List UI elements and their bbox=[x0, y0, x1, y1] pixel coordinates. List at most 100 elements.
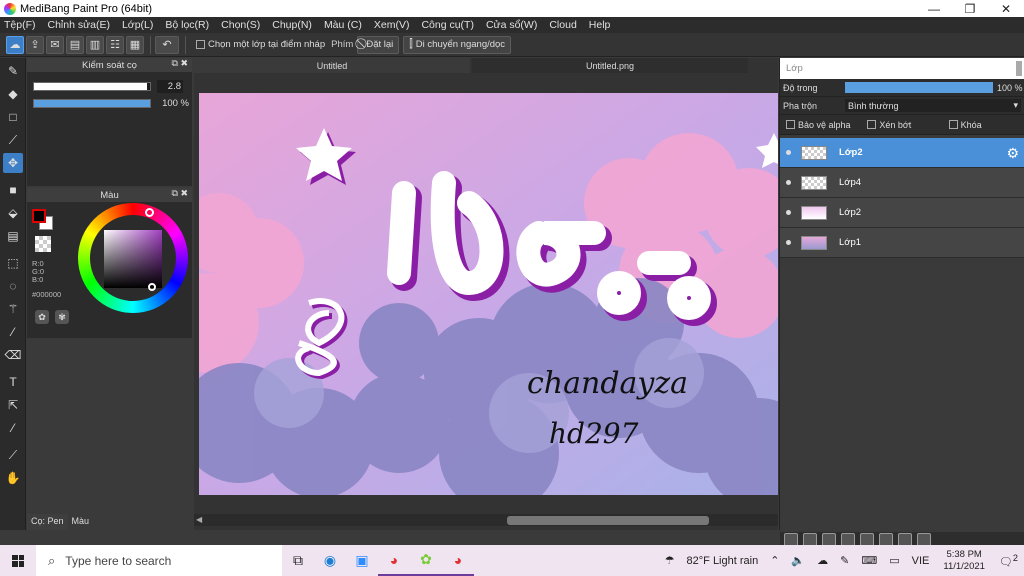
brush-size-slider[interactable] bbox=[33, 82, 151, 91]
saturation-value-square[interactable] bbox=[104, 230, 162, 288]
document-icon[interactable]: ▥ bbox=[86, 35, 104, 54]
magic-wand-tool-icon[interactable]: ⚚ bbox=[3, 299, 23, 319]
dropper-tool-icon[interactable]: ⟋ bbox=[3, 445, 23, 465]
select-eraser-tool-icon[interactable]: ⌫ bbox=[3, 345, 23, 365]
color-wheel[interactable] bbox=[78, 203, 188, 313]
windows-start-icon[interactable] bbox=[12, 554, 24, 567]
brush-size-value[interactable]: 2.8 bbox=[157, 80, 183, 93]
menu-snap[interactable]: Chụp(N) bbox=[272, 19, 312, 31]
notification-icon[interactable]: 🗨2 bbox=[999, 553, 1018, 569]
layer-item[interactable]: Lớp4 bbox=[780, 168, 1024, 198]
protect-alpha-checkbox[interactable]: Bảo vệ alpha bbox=[786, 120, 861, 130]
palette-edit-icon[interactable]: ✾ bbox=[55, 310, 69, 324]
maximize-button[interactable]: ❐ bbox=[952, 2, 988, 16]
visibility-eye-icon[interactable] bbox=[786, 150, 791, 155]
move-tool-icon[interactable]: ✥ bbox=[3, 153, 23, 173]
message-icon[interactable]: ▤ bbox=[66, 35, 84, 54]
drawing-canvas[interactable]: chandayza hd297 bbox=[199, 93, 778, 495]
volume-icon[interactable]: 🔈 bbox=[791, 554, 805, 567]
menu-select[interactable]: Chọn(S) bbox=[221, 19, 260, 31]
menu-tools[interactable]: Công cụ(T) bbox=[421, 19, 474, 31]
close-button[interactable]: ✕ bbox=[988, 2, 1024, 16]
fill-rect-tool-icon[interactable]: ■ bbox=[3, 180, 23, 200]
keyboard-icon[interactable]: ⌨ bbox=[861, 554, 877, 567]
saturation-knob[interactable] bbox=[148, 283, 156, 291]
hand-tool-icon[interactable]: ✋ bbox=[3, 468, 23, 488]
comment-icon[interactable]: ✉ bbox=[46, 35, 64, 54]
tab-brush[interactable]: Cọ: Pen bbox=[27, 514, 68, 530]
menu-cloud[interactable]: Cloud bbox=[549, 19, 576, 31]
select-pen-tool-icon[interactable]: ⁄ bbox=[3, 322, 23, 342]
select-layer-at-point-checkbox[interactable]: Chọn một lớp tại điểm nháp bbox=[196, 39, 325, 50]
clock[interactable]: 5:38 PM 11/1/2021 bbox=[943, 549, 985, 573]
chevron-up-icon[interactable]: ⌃ bbox=[770, 554, 779, 567]
foreground-color-swatch[interactable] bbox=[32, 209, 46, 223]
grid-icon[interactable]: ▦ bbox=[126, 35, 144, 54]
operation-tool-icon[interactable]: ⇱ bbox=[3, 395, 23, 415]
weather-text[interactable]: 82°F Light rain bbox=[687, 555, 759, 567]
gradient-tool-icon[interactable]: ▤ bbox=[3, 226, 23, 246]
share-icon[interactable]: ⇪ bbox=[26, 35, 44, 54]
visibility-eye-icon[interactable] bbox=[786, 180, 791, 185]
menu-color[interactable]: Màu (C) bbox=[324, 19, 362, 31]
language-indicator[interactable]: VIE bbox=[912, 555, 930, 567]
hue-knob[interactable] bbox=[145, 208, 154, 217]
layer-panel-scrollbar[interactable] bbox=[1016, 61, 1022, 76]
menu-window[interactable]: Cửa sổ(W) bbox=[486, 19, 537, 31]
scroll-thumb[interactable] bbox=[507, 516, 709, 525]
menu-file[interactable]: Tệp(F) bbox=[4, 19, 36, 31]
taskbar-search-box[interactable]: ⌕ Type here to search bbox=[36, 545, 282, 576]
medibang-taskbar-icon[interactable]: ✿ bbox=[410, 545, 442, 576]
eyedropper-tool-icon[interactable]: ⁄ bbox=[3, 418, 23, 438]
eraser-tool-icon[interactable]: ◆ bbox=[3, 84, 23, 104]
tab-untitled[interactable]: Untitled bbox=[194, 58, 470, 73]
gear-icon[interactable]: ⚙ bbox=[1006, 145, 1019, 162]
edge-browser-icon[interactable]: ◉ bbox=[314, 545, 346, 576]
undo-icon[interactable]: ↶ bbox=[155, 35, 179, 54]
select-rect-tool-icon[interactable]: ⬚ bbox=[3, 253, 23, 273]
weather-icon[interactable]: ☂ bbox=[665, 554, 675, 567]
menu-layer[interactable]: Lớp(L) bbox=[122, 19, 153, 31]
zoom-app-icon[interactable]: ▣ bbox=[346, 545, 378, 576]
palette-icon[interactable]: ✿ bbox=[35, 310, 49, 324]
panel-popout-close-icons[interactable]: ⧉ ✖ bbox=[172, 58, 188, 69]
layer-item[interactable]: Lớp2 ⚙ bbox=[780, 138, 1024, 168]
text-tool-icon[interactable]: T bbox=[3, 372, 23, 392]
cloud-icon[interactable]: ☁ bbox=[6, 35, 24, 54]
brush-opacity-slider[interactable] bbox=[33, 99, 151, 108]
tab-untitled-png[interactable]: Untitled.png bbox=[472, 58, 748, 73]
blend-mode-select[interactable]: Bình thường ▾ bbox=[845, 99, 1021, 112]
clip-checkbox[interactable]: Xén bớt bbox=[867, 120, 942, 130]
display-icon[interactable]: ▭ bbox=[889, 554, 899, 567]
menu-filter[interactable]: Bộ lọc(R) bbox=[165, 19, 209, 31]
menu-view[interactable]: Xem(V) bbox=[374, 19, 410, 31]
chrome-app-icon[interactable]: ◕ bbox=[378, 545, 410, 576]
minimize-button[interactable]: — bbox=[916, 2, 952, 16]
list-icon[interactable]: ☷ bbox=[106, 35, 124, 54]
move-horizontal-vertical-button[interactable]: ⫿ Di chuyển ngang/dọc bbox=[403, 35, 512, 54]
menu-edit[interactable]: Chỉnh sửa(E) bbox=[48, 19, 110, 31]
layer-item[interactable]: Lớp2 bbox=[780, 198, 1024, 228]
visibility-eye-icon[interactable] bbox=[786, 210, 791, 215]
cloud-tray-icon[interactable]: ☁ bbox=[817, 554, 828, 567]
chrome-app-icon-2[interactable]: ◕ bbox=[442, 545, 474, 576]
horizontal-scrollbar[interactable]: ◀ bbox=[194, 514, 778, 526]
layer-opacity-slider[interactable] bbox=[845, 82, 993, 93]
brush-tool-icon[interactable]: ✎ bbox=[3, 61, 23, 81]
layer-name: Lớp1 bbox=[839, 237, 862, 248]
scroll-left-icon[interactable]: ◀ bbox=[196, 515, 202, 524]
transparent-color-swatch[interactable] bbox=[35, 236, 51, 252]
menu-help[interactable]: Help bbox=[589, 19, 611, 31]
task-view-icon[interactable]: ⧉ bbox=[282, 545, 314, 576]
lasso-tool-icon[interactable]: ◌ bbox=[3, 276, 23, 296]
dot-tool-icon[interactable]: ⟋ bbox=[3, 130, 23, 150]
pen-icon[interactable]: ✎ bbox=[840, 554, 849, 567]
layer-item[interactable]: Lớp1 bbox=[780, 228, 1024, 258]
visibility-eye-icon[interactable] bbox=[786, 240, 791, 245]
rectangle-tool-icon[interactable]: □ bbox=[3, 107, 23, 127]
bucket-tool-icon[interactable]: ⬙ bbox=[3, 203, 23, 223]
panel-popout-close-icons[interactable]: ⧉ ✖ bbox=[172, 188, 188, 199]
tab-color[interactable]: Màu bbox=[68, 514, 94, 530]
lock-checkbox[interactable]: Khóa bbox=[948, 120, 1024, 130]
reset-button[interactable]: ⃠ Đặt lại bbox=[357, 35, 400, 54]
